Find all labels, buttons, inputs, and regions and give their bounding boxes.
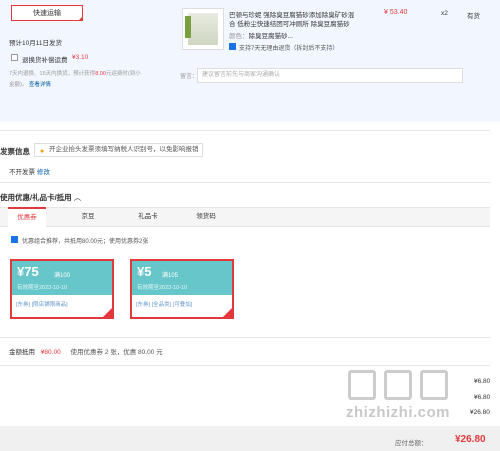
product-qty: x2 (441, 10, 448, 17)
chevron-up-icon: ︿ (71, 193, 82, 202)
watermark-logo-part (384, 370, 412, 400)
stock-status: 有货 (467, 13, 480, 20)
selected-corner-mark (78, 16, 83, 21)
coupon-condition: 满100 (54, 273, 71, 279)
coupon-amount: ¥5 (137, 264, 152, 279)
section-divider (0, 182, 490, 183)
recommend-text: 优惠组合推荐，共抵用80.00元；使用优惠券2张 (22, 239, 149, 245)
coupon-condition: 满105 (162, 273, 179, 279)
tab-giftcard[interactable]: 礼品卡 (132, 208, 164, 226)
return-fee-desc-2: 金额)。 查看详情 (9, 82, 51, 88)
section-divider (0, 130, 490, 131)
coupon-card[interactable]: ¥75 满100 有效期至2023-10-10 [东券] [限店铺限商品] (10, 259, 114, 319)
recommend-checkbox[interactable] (11, 236, 18, 243)
selected-corner-mark (103, 308, 112, 317)
selected-corner-mark (223, 308, 232, 317)
note-input[interactable]: 建议留言前先与商家沟通确认 (197, 68, 463, 83)
tip-icon: ● (40, 148, 45, 155)
discount-tabs: 优惠券 京豆 礼品卡 领货码 (0, 207, 490, 227)
coupon-amount: ¥75 (17, 264, 39, 279)
watermark: zhizhizhi.com (346, 368, 471, 426)
return-policy-text: 支持7天无理由退货（拆封后不支持） (239, 46, 339, 52)
tab-redeem-code[interactable]: 领货码 (190, 208, 222, 226)
coupon-top: ¥75 满100 有效期至2023-10-10 (12, 261, 112, 295)
coupon-top: ¥5 满105 有效期至2023-10-10 (132, 261, 232, 295)
return-policy-icon (229, 43, 236, 50)
total-line: ¥26.80 (470, 409, 490, 416)
product-image (188, 13, 218, 45)
discount-section-title[interactable]: 使用优惠/礼品卡/抵用 ︿ (0, 192, 81, 203)
product-image-stripe (185, 16, 191, 38)
note-label: 留言： (180, 74, 199, 80)
coupon-tags: [东券] [全品类] [可叠加] (136, 302, 193, 308)
total-line: ¥6.80 (474, 378, 491, 385)
return-fee-price: ¥3.10 (72, 54, 89, 61)
coupon-card[interactable]: ¥5 满105 有效期至2023-10-10 [东券] [全品类] [可叠加] (130, 259, 234, 319)
return-fee-desc: 7天内退换、15天内换货，预计获得8.00元运费时(到小 (9, 71, 141, 77)
return-fee-label: 退换货补偿运费 (22, 57, 68, 64)
discount-summary: 金额抵用 ¥80.00 使用优惠券 2 张，优惠 80.00 元 (9, 349, 163, 356)
invoice-edit-link[interactable]: 修改 (37, 169, 50, 176)
return-fee-checkbox[interactable] (11, 54, 18, 61)
invoice-value: 不开发票 修改 (9, 169, 50, 176)
shipping-estimate: 预计10月11日发货 (9, 40, 62, 47)
payable-label: 应付总额： (395, 440, 428, 447)
invoice-tip: ● 开企业抬头发票须填写纳税人识别号，以免影响报销 (34, 143, 203, 157)
watermark-logo-part (420, 370, 448, 400)
section-divider (0, 365, 490, 366)
product-title-2[interactable]: 合 低粉尘快速结团可冲厕所 除臭豆腐猫砂 (229, 18, 350, 28)
product-color: 颜色：除臭豆腐猫砂... (229, 33, 293, 40)
section-divider (0, 337, 490, 338)
tab-coupons[interactable]: 优惠券 (8, 207, 46, 227)
watermark-logo-part (348, 370, 376, 400)
total-line: ¥6.80 (474, 394, 491, 401)
shipping-method-button[interactable]: 快速运输 (11, 5, 83, 21)
tab-jingdou[interactable]: 京豆 (72, 208, 104, 226)
details-link[interactable]: 查看详情 (29, 82, 51, 88)
coupon-expiry: 有效期至2023-10-10 (17, 285, 68, 291)
coupon-expiry: 有效期至2023-10-10 (137, 285, 188, 291)
product-price: ¥ 53.40 (384, 9, 408, 16)
invoice-title: 发票信息 (0, 147, 30, 156)
coupon-tags: [东券] [限店铺限商品] (16, 302, 68, 308)
watermark-text: zhizhizhi.com (346, 404, 450, 421)
payable-amount: ¥26.80 (455, 434, 486, 445)
